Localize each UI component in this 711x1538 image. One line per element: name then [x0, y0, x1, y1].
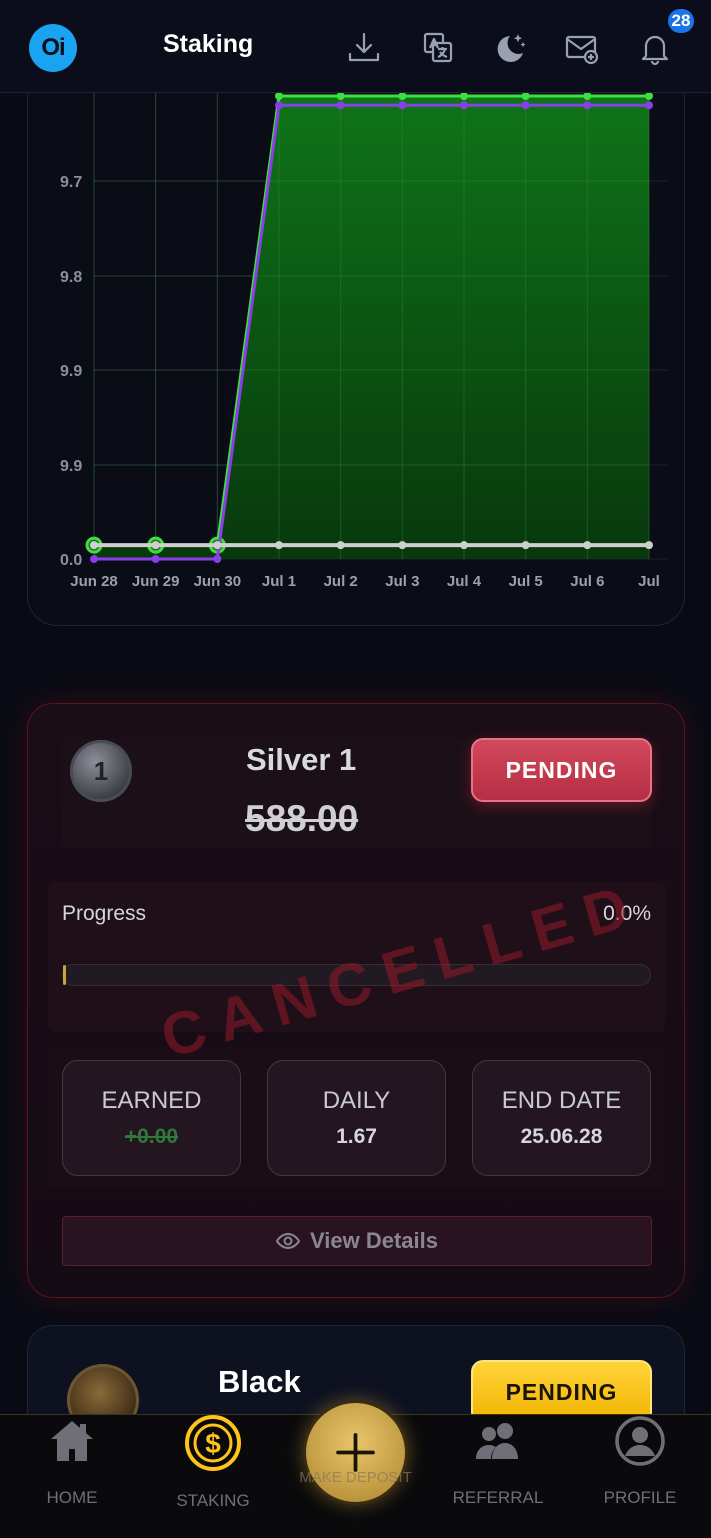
profile-icon [615, 1416, 665, 1466]
stat-end-date: END DATE 25.06.28 [472, 1060, 651, 1176]
x-tick-label: Jul 6 [570, 573, 604, 590]
nav-staking[interactable]: $ STAKING [153, 1415, 273, 1538]
series-point [583, 541, 592, 550]
nav-profile-label: PROFILE [603, 1488, 677, 1507]
plus-icon [336, 1433, 375, 1472]
nav-staking-label: STAKING [176, 1491, 250, 1510]
silver-medal-icon: 1 [70, 740, 132, 802]
x-tick-label: Jul 2 [324, 573, 358, 590]
series-point [90, 541, 98, 550]
medal-number: 1 [93, 755, 109, 786]
series-point [645, 92, 653, 100]
make-deposit-label: MAKE DEPOSIT [299, 1469, 412, 1486]
stat-daily-label: DAILY [322, 1087, 391, 1114]
x-tick-label: Jul 3 [385, 573, 419, 590]
series-point [645, 541, 653, 550]
moon-stars-icon[interactable] [490, 28, 530, 68]
series-point [460, 92, 468, 100]
series-point [521, 541, 530, 550]
series-point [90, 555, 98, 563]
home-icon [51, 1421, 93, 1461]
translate-icon[interactable] [418, 28, 458, 68]
dollar-coin-icon: $ [185, 1415, 241, 1471]
svg-text:$: $ [205, 1428, 221, 1459]
series-point [275, 92, 283, 100]
series-point [398, 541, 407, 550]
nav-home[interactable]: HOME [12, 1415, 132, 1538]
app-logo[interactable]: Oi [29, 24, 77, 72]
eye-icon [276, 1232, 300, 1250]
status-badge[interactable]: PENDING [471, 738, 652, 802]
stat-end-date-label: END DATE [501, 1087, 622, 1114]
series-point [398, 92, 407, 100]
logo-text: Oi [41, 34, 65, 61]
x-tick-label: Jul [638, 573, 660, 590]
stats-row: EARNED +0.00 DAILY 1.67 END DATE 25.06.2… [48, 1047, 665, 1187]
series-point [583, 101, 592, 110]
series-point [521, 92, 530, 100]
top-app-bar: Oi Staking 28 [0, 0, 711, 93]
x-tick-label: Jul 5 [509, 573, 543, 590]
bell-icon[interactable] [635, 28, 675, 68]
x-tick-label: Jun 28 [70, 573, 118, 590]
nav-referral-label: REFERRAL [452, 1488, 544, 1507]
notification-badge: 28 [666, 7, 696, 35]
y-tick-label: 9.8 [60, 269, 82, 286]
nav-home-label: HOME [46, 1488, 98, 1507]
stat-earned-value: +0.00 [124, 1125, 179, 1148]
make-deposit-button[interactable] [303, 1400, 408, 1505]
download-icon[interactable] [344, 28, 384, 68]
y-tick-label: 9.9 [60, 458, 82, 475]
series-point [583, 92, 592, 100]
view-details-button[interactable]: View Details [62, 1216, 652, 1266]
x-tick-label: Jun 30 [194, 573, 242, 590]
series-point [151, 541, 160, 550]
plan-amount: 588.00 [245, 798, 359, 839]
x-tick-label: Jun 29 [132, 573, 180, 590]
nav-profile[interactable]: PROFILE [580, 1415, 700, 1538]
series-point [336, 92, 345, 100]
x-tick-label: Jul 1 [262, 573, 296, 590]
series-point [521, 101, 530, 110]
series-point [275, 101, 283, 110]
series-point [398, 101, 407, 110]
series-point [336, 541, 345, 550]
progress-fill [63, 965, 66, 985]
stat-daily: DAILY 1.67 [267, 1060, 446, 1176]
staking-line-chart: 9.7 9.8 9.9 9.9 0.0 Jun 28 Jun 29 Jun 30 Jul 1 Ju… [60, 61, 668, 590]
plan-name: Silver 1 [246, 742, 357, 777]
y-tick-label: 0.0 [60, 552, 82, 569]
stat-earned: EARNED +0.00 [62, 1060, 241, 1176]
stat-daily-value: 1.67 [336, 1125, 377, 1148]
staking-chart-card: 9.7 9.8 9.9 9.9 0.0 Jun 28 Jun 29 Jun 30 Jul 1 Ju… [27, 60, 685, 626]
series-point [460, 541, 468, 550]
series-point [336, 101, 345, 110]
users-icon [476, 1423, 518, 1459]
plan-name-black: Black [218, 1364, 301, 1399]
series-point [645, 101, 653, 110]
progress-label: Progress [62, 902, 147, 925]
plan-card-silver: 1 Silver 1 588.00 PENDING Progress 0.0% … [27, 703, 685, 1298]
x-tick-label: Jul 4 [447, 573, 482, 590]
series-point [151, 555, 160, 563]
page-title: Staking [163, 30, 254, 58]
series-point [213, 541, 222, 550]
stat-earned-label: EARNED [101, 1087, 202, 1114]
stat-end-date-value: 25.06.28 [520, 1125, 603, 1148]
series-point [460, 101, 468, 110]
series-point [275, 541, 283, 550]
series-area-fill [94, 96, 649, 559]
mail-add-icon[interactable] [562, 28, 602, 68]
y-tick-label: 9.9 [60, 363, 82, 380]
nav-referral[interactable]: REFERRAL [438, 1415, 558, 1538]
y-tick-label: 9.7 [60, 174, 82, 191]
series-point [213, 555, 222, 563]
view-details-label: View Details [310, 1228, 438, 1253]
